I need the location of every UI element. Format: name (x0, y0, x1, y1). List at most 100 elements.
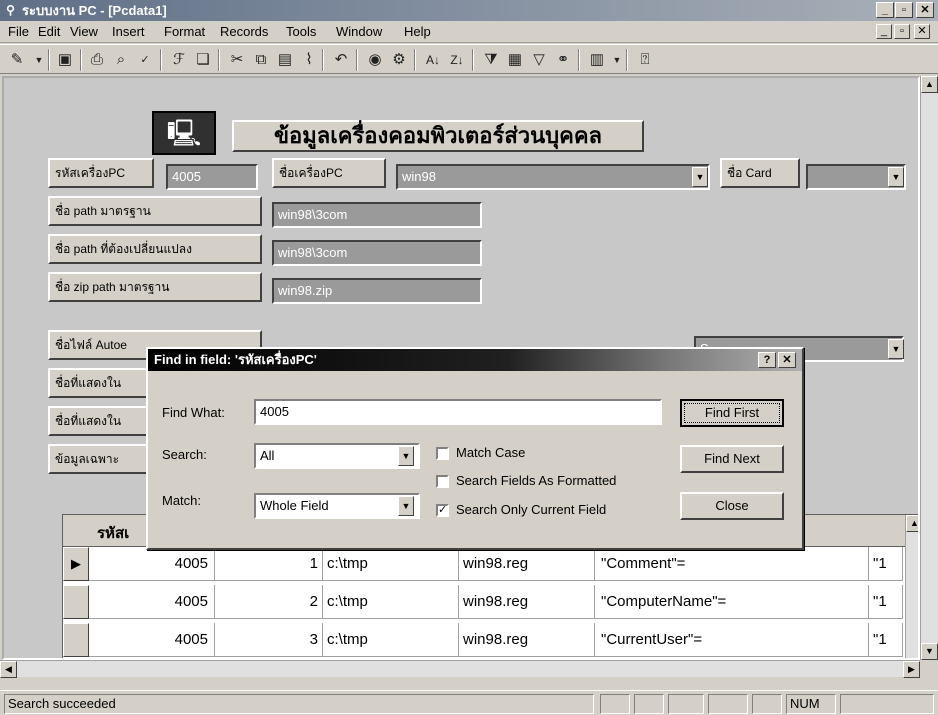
current-field-label[interactable]: Search Only Current Field (456, 502, 606, 518)
cell-path[interactable]: c:\tmp (323, 623, 459, 657)
filter-by-selection-icon[interactable]: ⧩ (480, 49, 502, 71)
apply-filter-icon[interactable]: ▽ (528, 49, 550, 71)
filter-by-form-icon[interactable]: ▦ (504, 49, 526, 71)
search-select[interactable]: All (254, 443, 420, 469)
menu-records[interactable]: Records (220, 24, 268, 40)
menu-format[interactable]: Format (164, 24, 205, 40)
changed-path-field[interactable]: win98\3com (272, 240, 482, 266)
cell-extra[interactable]: "1 (869, 585, 903, 619)
help-icon[interactable]: ⍰ (634, 49, 656, 71)
new-object-icon[interactable]: ▥ (586, 49, 608, 71)
hyperlink-icon[interactable]: ⚙ (388, 49, 410, 71)
print-icon[interactable]: ⎙ (86, 49, 108, 71)
minimize-button[interactable]: _ (876, 2, 894, 18)
find-next-button[interactable]: Find Next (680, 445, 784, 473)
maximize-button[interactable]: ▫ (895, 2, 913, 18)
record-selector[interactable] (63, 623, 89, 657)
doc-minimize-button[interactable]: _ (876, 24, 892, 39)
design-view-icon[interactable]: ✎ (6, 49, 28, 71)
scroll-right-icon[interactable]: ▶ (903, 661, 920, 678)
undo-icon[interactable]: ↶ (330, 49, 352, 71)
zip-path-field[interactable]: win98.zip (272, 278, 482, 304)
toolbar-separator (322, 49, 324, 71)
find-what-input[interactable]: 4005 (254, 399, 662, 425)
cell-file[interactable]: win98.reg (459, 623, 595, 657)
cell-id[interactable]: 4005 (89, 547, 215, 581)
print-preview-icon[interactable]: ⌕ (110, 49, 132, 71)
pc-name-combo[interactable]: win98 (396, 164, 710, 190)
toolbar-separator (626, 49, 628, 71)
match-case-label[interactable]: Match Case (456, 445, 525, 461)
menu-tools[interactable]: Tools (286, 24, 316, 40)
right-combo-dropdown-arrow-icon[interactable]: ▼ (888, 339, 904, 359)
record-selector-icon[interactable]: ▶ (63, 547, 89, 581)
search-formatted-label[interactable]: Search Fields As Formatted (456, 473, 616, 489)
standard-path-field[interactable]: win98\3com (272, 202, 482, 228)
match-case-checkbox[interactable] (436, 447, 449, 460)
sort-ascending-icon[interactable]: A↓ (422, 49, 444, 71)
cell-path[interactable]: c:\tmp (323, 547, 459, 581)
status-bar: Search succeeded NUM (0, 690, 938, 715)
form-title: ข้อมูลเครื่องคอมพิวเตอร์ส่วนบุคคล (232, 120, 644, 152)
cell-seq[interactable]: 1 (215, 547, 323, 581)
window-close-button[interactable]: ✕ (916, 2, 934, 18)
cell-key[interactable]: "CurrentUser"= (595, 623, 869, 657)
cell-key[interactable]: "Comment"= (595, 547, 869, 581)
web-icon[interactable]: ◉ (364, 49, 386, 71)
cell-seq[interactable]: 3 (215, 623, 323, 657)
scroll-left-icon[interactable]: ◀ (0, 661, 17, 678)
spelling-icon[interactable]: ✓ (134, 49, 156, 71)
menu-insert[interactable]: Insert (112, 24, 145, 40)
grid-scroll-up-icon[interactable]: ▲ (906, 515, 918, 532)
cell-id[interactable]: 4005 (89, 585, 215, 619)
scroll-down-icon[interactable]: ▼ (921, 643, 938, 660)
match-dropdown-arrow-icon[interactable]: ▼ (398, 496, 414, 516)
app-icon[interactable]: ⚲ (3, 3, 18, 18)
cell-path[interactable]: c:\tmp (323, 585, 459, 619)
search-dropdown-arrow-icon[interactable]: ▼ (398, 446, 414, 466)
dialog-help-button[interactable]: ? (758, 352, 776, 368)
find-first-button[interactable]: Find First (680, 399, 784, 427)
close-button[interactable]: Close (680, 492, 784, 520)
dialog-close-x-button[interactable]: ✕ (778, 352, 796, 368)
cell-key[interactable]: "ComputerName"= (595, 585, 869, 619)
title-bar: ⚲ ระบบงาน PC - [Pcdata1] _ ▫ ✕ (0, 0, 938, 21)
card-name-dropdown-arrow-icon[interactable]: ▼ (888, 167, 904, 187)
vertical-scrollbar[interactable]: ▲ ▼ (920, 76, 938, 660)
current-field-checkbox[interactable]: ✓ (436, 504, 449, 517)
cell-extra[interactable]: "1 (869, 623, 903, 657)
record-selector[interactable] (63, 585, 89, 619)
brush-icon[interactable]: ⌇ (298, 49, 320, 71)
pc-id-field[interactable]: 4005 (166, 164, 258, 190)
menu-help[interactable]: Help (404, 24, 431, 40)
cell-file[interactable]: win98.reg (459, 585, 595, 619)
find-icon[interactable]: ⚭ (552, 49, 574, 71)
book-icon[interactable]: ❏ (192, 49, 214, 71)
doc-close-button[interactable]: ✕ (914, 24, 930, 39)
dropdown-arrow-icon[interactable]: ▼ (606, 49, 628, 71)
dropdown-arrow-icon[interactable]: ▼ (28, 49, 50, 71)
cell-extra[interactable]: "1 (869, 547, 903, 581)
scroll-up-icon[interactable]: ▲ (921, 76, 938, 93)
zip-path-label: ชื่อ zip path มาตรฐาน (48, 272, 262, 302)
cell-seq[interactable]: 2 (215, 585, 323, 619)
horizontal-scrollbar[interactable]: ◀ ▶ (0, 660, 920, 678)
cut-icon[interactable]: ✂ (226, 49, 248, 71)
menu-file[interactable]: File (8, 24, 29, 40)
cell-file[interactable]: win98.reg (459, 547, 595, 581)
match-select[interactable]: Whole Field (254, 493, 420, 519)
menu-view[interactable]: View (70, 24, 98, 40)
format-painter-icon[interactable]: ℱ (168, 49, 190, 71)
pc-name-dropdown-arrow-icon[interactable]: ▼ (692, 167, 708, 187)
menu-window[interactable]: Window (336, 24, 382, 40)
save-icon[interactable]: ▣ (54, 49, 76, 71)
search-formatted-checkbox[interactable] (436, 475, 449, 488)
cell-id[interactable]: 4005 (89, 623, 215, 657)
copy-icon[interactable]: ⧉ (250, 49, 272, 71)
grid-scrollbar[interactable]: ▲ (905, 515, 918, 658)
menu-edit[interactable]: Edit (38, 24, 60, 40)
paste-icon[interactable]: ▤ (274, 49, 296, 71)
grid-header-id[interactable]: รหัสเ (97, 521, 129, 545)
sort-descending-icon[interactable]: Z↓ (446, 49, 468, 71)
doc-restore-button[interactable]: ▫ (894, 24, 910, 39)
